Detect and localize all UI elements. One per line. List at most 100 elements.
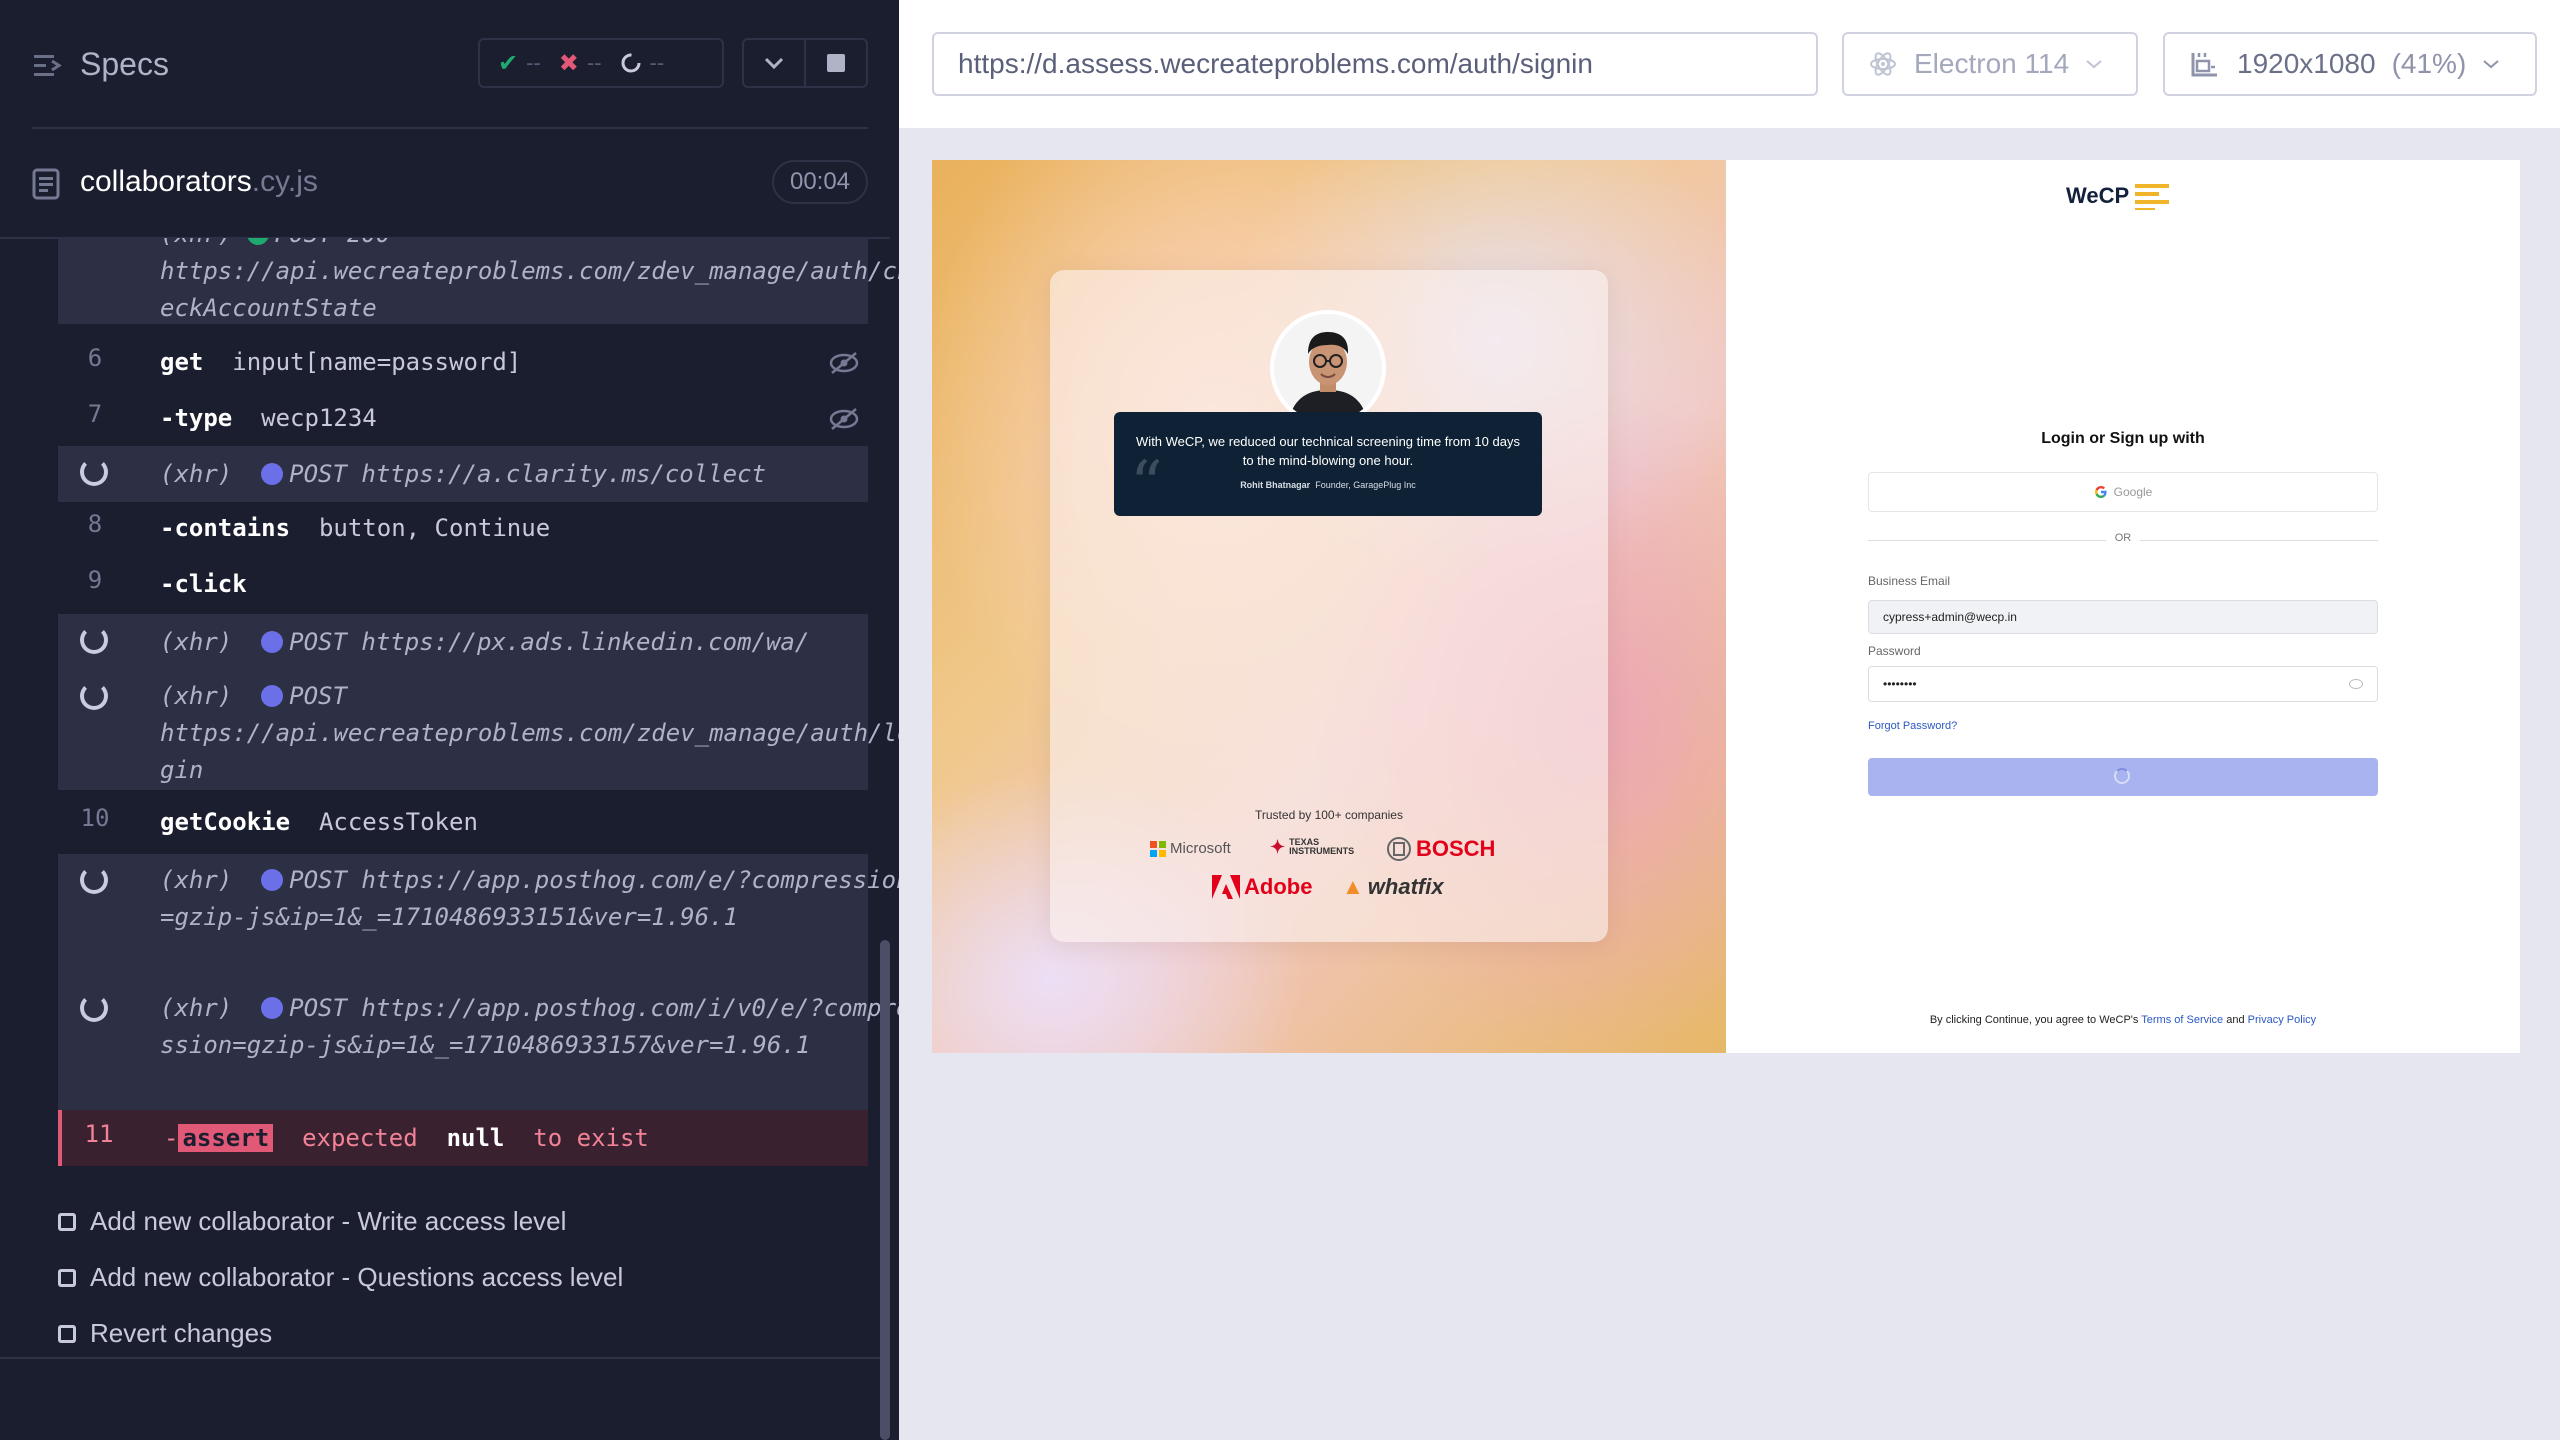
command-method: POST 200 [275,238,391,248]
electron-icon [1870,52,1896,76]
command-name: -click [160,570,247,598]
scrollbar[interactable] [880,940,890,1440]
pending-stat: -- [620,50,664,76]
pending-test[interactable]: Revert changes [58,1318,272,1349]
chevron-down-icon [764,57,784,70]
spec-file-row[interactable]: collaborators.cy.js 00:04 [0,150,899,218]
command-row-xhr[interactable]: (xhr) POST https://a.clarity.ms/collect [58,446,868,502]
spinner-icon [80,682,108,710]
command-prefix: (xhr) [160,682,233,710]
command-url: https://api.wecreateproblems.com/zdev_ma… [160,257,899,322]
google-signin-button[interactable]: Google [1868,472,2378,512]
command-number: 10 [80,804,110,832]
viewport-selector[interactable]: 1920x1080 (41%) [2163,32,2537,96]
or-separator: OR [2106,532,2140,544]
pending-test[interactable]: Add new collaborator - Questions access … [58,1262,623,1293]
command-arg: input[name=password] [232,348,522,376]
stop-button[interactable] [804,40,866,86]
ruler-icon [2191,53,2217,77]
adobe-logo: Adobe [1212,874,1312,900]
specs-title[interactable]: Specs [80,46,169,83]
command-row-xhr[interactable]: (xhr) POST https://api.wecreateproblems.… [58,670,899,790]
command-number: 7 [87,400,103,428]
command-row[interactable]: 9 -click [58,558,868,612]
login-title: Login or Sign up with [2041,430,2205,447]
command-name: get [160,348,204,376]
test-title: Add new collaborator - Write access leve… [90,1206,567,1236]
command-prefix: (xhr) [160,994,233,1022]
avatar [1270,310,1386,426]
browser-selector[interactable]: Electron 114 [1842,32,2138,96]
check-icon: ✔ [498,49,519,77]
quote-author: Rohit Bhatnagar Founder, GaragePlug Inc [1114,480,1542,490]
specs-list-icon[interactable] [32,52,62,80]
url-bar[interactable]: https://d.assess.wecreateproblems.com/au… [932,32,1818,96]
forgot-password-link[interactable]: Forgot Password? [1868,720,1957,732]
app-under-test: “ With WeCP, we reduced our technical sc… [932,160,2520,1053]
command-row-xhr[interactable]: (xhr) POST https://app.posthog.com/i/v0/… [58,982,899,1110]
bosch-icon [1387,837,1411,861]
assert-text: to exist [533,1124,649,1152]
pending-test-icon [58,1324,76,1343]
status-dot-icon [261,463,284,485]
command-row-xhr[interactable]: (xhr) POST https://app.posthog.com/e/?co… [58,854,899,982]
status-dot-icon [261,685,284,707]
eye-slash-icon[interactable] [828,407,860,431]
texas-icon: ✦ [1270,836,1286,857]
chevron-down-icon [2483,60,2499,69]
password-field[interactable]: •••••••• [1868,666,2378,702]
brand-name: WeCP [2066,183,2130,208]
google-label: Google [2113,485,2153,499]
pending-test[interactable]: Add new collaborator - Write access leve… [58,1206,566,1237]
browser-label: Electron 114 [1914,48,2070,79]
whatfix-icon: ▲ [1342,874,1364,899]
command-row[interactable]: 7 -type wecp1234 [58,392,868,446]
show-password-icon[interactable] [2349,679,2363,689]
logo-text: whatfix [1367,874,1444,899]
email-label: Business Email [1868,574,1951,588]
spec-timer: 00:04 [772,160,868,204]
command-name: getCookie [160,808,291,836]
brand-logo: WeCP [2066,182,2171,210]
logo-text: Adobe [1244,874,1313,899]
brand-bars-icon [2135,184,2170,210]
divider [0,1357,890,1359]
command-url: POST https://a.clarity.ms/collect [289,460,766,488]
google-icon [2094,486,2107,498]
assert-text: expected [302,1124,418,1152]
command-number: 9 [87,566,103,594]
eye-slash-icon[interactable] [828,351,860,375]
spinner-icon [80,866,108,894]
password-value: •••••••• [1883,677,1917,691]
collapse-button[interactable] [744,40,804,86]
command-row-failed[interactable]: 11 - assert expected null to exist [58,1110,868,1166]
command-text: (xhr) POST 200 https://api.wecreateprobl… [160,238,899,327]
terms-and: and [2226,1014,2245,1026]
microsoft-logo: Microsoft [1150,840,1231,857]
whatfix-logo: ▲ whatfix [1342,874,1444,900]
status-dot-icon [261,631,284,653]
status-dot-icon [246,238,269,245]
failed-count: -- [586,50,602,75]
command-row-xhr[interactable]: (xhr) POST 200 https://api.wecreateprobl… [58,238,899,324]
chevron-down-icon [2086,60,2102,69]
command-method: POST [289,682,347,710]
spec-extension: .cy.js [251,165,318,198]
aut-header: https://d.assess.wecreateproblems.com/au… [899,0,2560,128]
spinner-icon [80,994,108,1022]
testimonial-panel: “ With WeCP, we reduced our technical sc… [932,160,1726,1053]
privacy-policy-link[interactable]: Privacy Policy [2248,1014,2316,1026]
command-row[interactable]: 6 get input[name=password] [58,336,868,390]
logo-text: BOSCH [1416,836,1496,861]
terms-of-service-link[interactable]: Terms of Service [2141,1014,2223,1026]
command-row-xhr[interactable]: (xhr) POST https://px.ads.linkedin.com/w… [58,614,868,670]
command-row[interactable]: 8 -contains button, Continue [58,502,868,556]
command-row[interactable]: 10 getCookie AccessToken [58,796,868,848]
spec-filename: collaborators [80,165,252,198]
email-field[interactable]: cypress+admin@wecp.in [1868,600,2378,634]
viewport-size: 1920x1080 [2237,48,2376,79]
logo-text: Microsoft [1170,840,1231,857]
stop-icon [827,54,845,72]
continue-button[interactable] [1868,758,2378,796]
terms-text: By clicking Continue, you agree to WeCP'… [1726,1014,2520,1026]
